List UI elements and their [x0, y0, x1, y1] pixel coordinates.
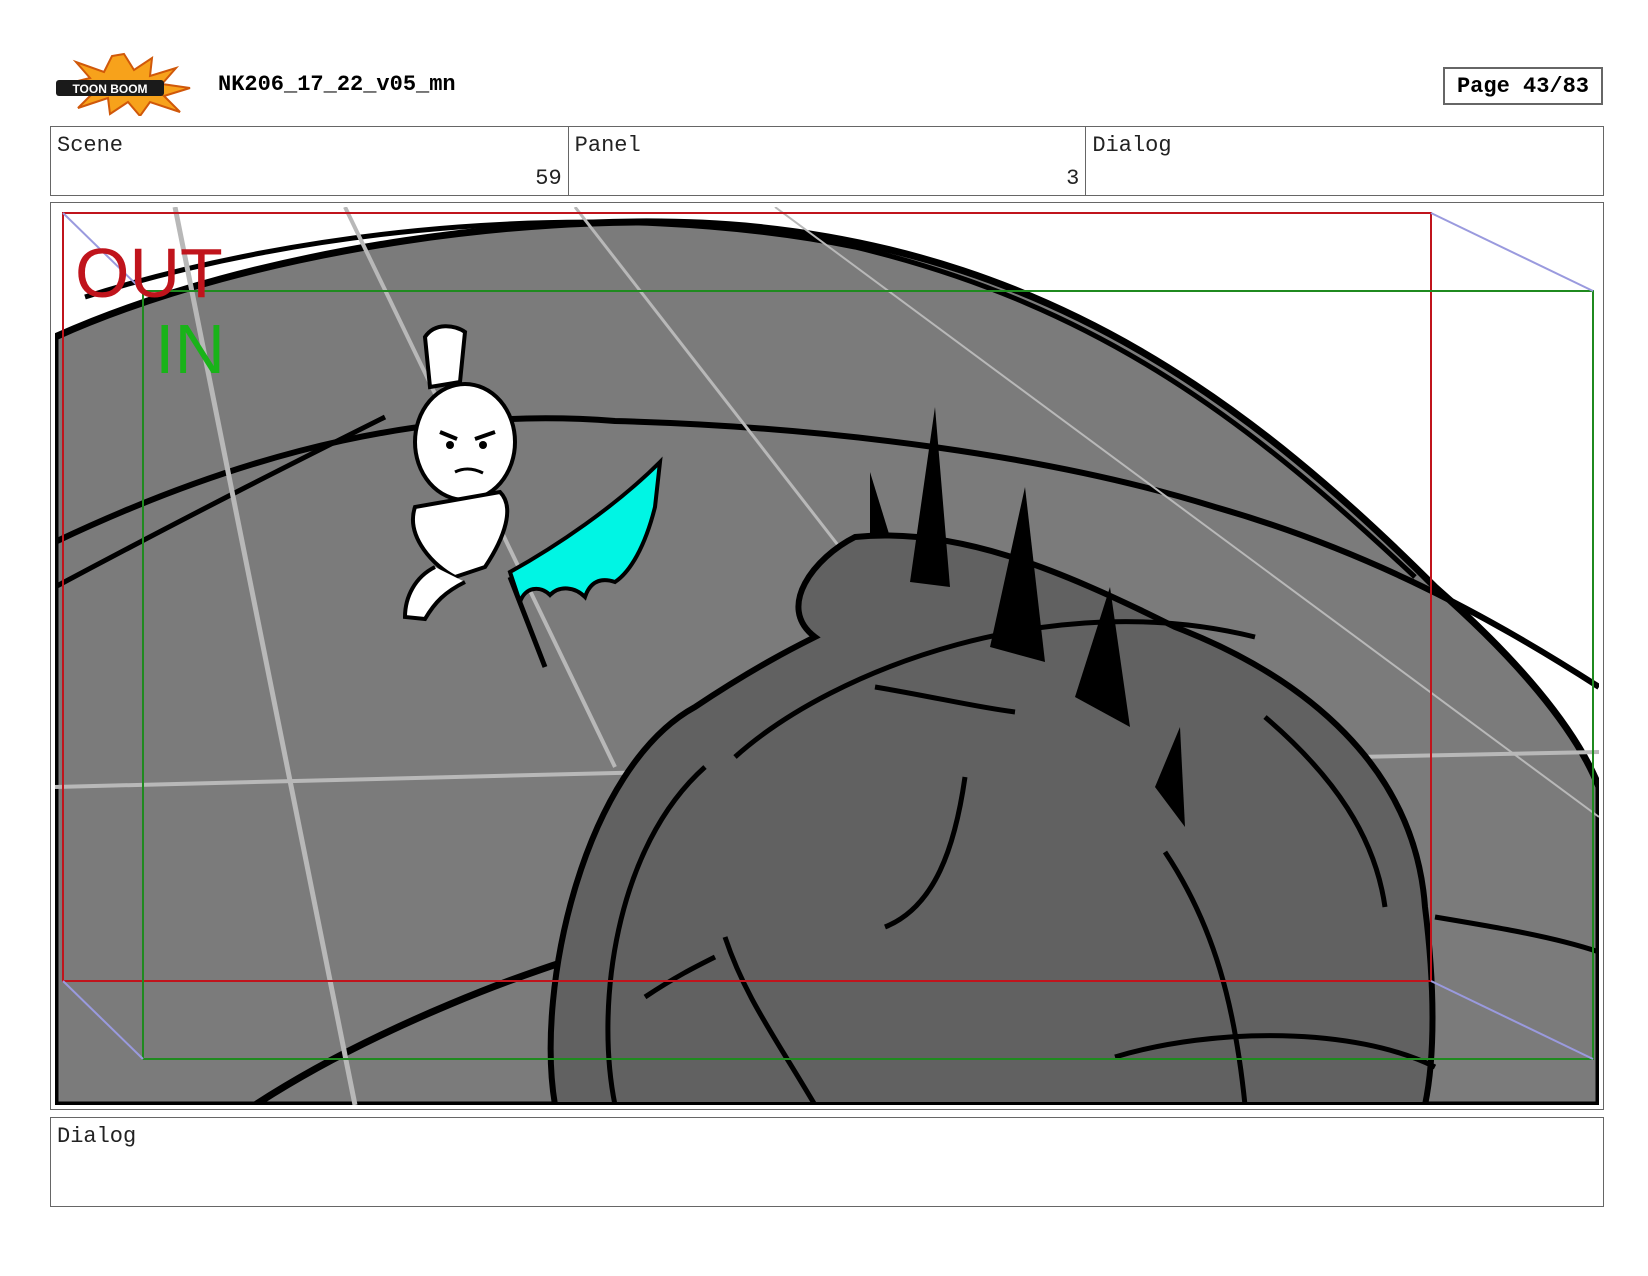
dialog-box: Dialog [50, 1117, 1604, 1207]
panel-label: Panel [574, 133, 641, 158]
storyboard-panel: OUT IN [50, 202, 1604, 1110]
hero-head [413, 382, 517, 502]
out-label: OUT [75, 234, 223, 312]
dialog-cell: Dialog [1086, 127, 1603, 195]
dialog-header-label: Dialog [1092, 133, 1172, 158]
panel-value: 3 [1066, 166, 1080, 191]
in-label: IN [155, 310, 225, 388]
panel-drawing: OUT IN [55, 207, 1599, 1105]
logo-text: TOON BOOM [72, 82, 147, 96]
scene-value: 59 [535, 166, 562, 191]
scene-cell: Scene 59 [51, 127, 569, 195]
dialog-label: Dialog [57, 1124, 137, 1149]
document-title: NK206_17_22_v05_mn [218, 72, 456, 97]
scene-label: Scene [57, 133, 124, 158]
hero-crest [422, 324, 468, 390]
info-row: Scene 59 Panel 3 Dialog [50, 126, 1604, 196]
page-indicator: Page 43/83 [1443, 67, 1603, 105]
toon-boom-logo: TOON BOOM [56, 52, 191, 116]
panel-cell: Panel 3 [569, 127, 1087, 195]
